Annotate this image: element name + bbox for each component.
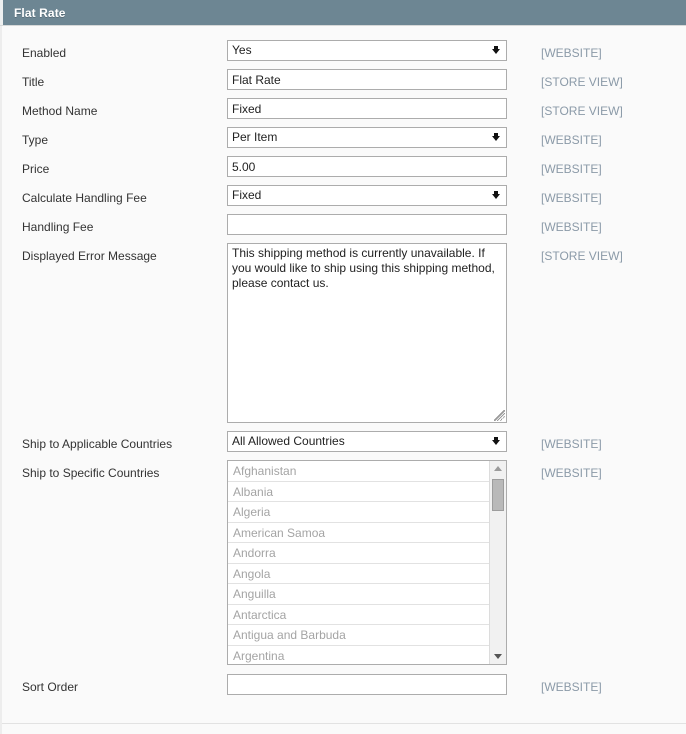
field-scope-handling-fee: [WEBSITE] [541, 220, 602, 234]
chevron-down-icon [492, 132, 500, 141]
field-scope-price: [WEBSITE] [541, 162, 602, 176]
country-option[interactable]: Antigua and Barbuda [228, 625, 489, 646]
country-option[interactable]: Anguilla [228, 584, 489, 605]
field-label-displayed-error-message: Displayed Error Message [22, 249, 157, 263]
country-option[interactable]: Algeria [228, 502, 489, 523]
ship-to-applicable-countries-value: All Allowed Countries [232, 434, 345, 448]
field-scope-enabled: [WEBSITE] [541, 46, 602, 60]
field-row-title: Title [STORE VIEW] [2, 61, 686, 90]
method-name-input[interactable] [227, 98, 507, 119]
field-scope-ship-to-applicable-countries: [WEBSITE] [541, 437, 602, 451]
field-row-displayed-error-message: Displayed Error Message This shipping me… [2, 235, 686, 423]
calculate-handling-fee-select-value: Fixed [232, 188, 262, 202]
field-scope-calculate-handling-fee: [WEBSITE] [541, 191, 602, 205]
field-label-type: Type [22, 133, 49, 147]
field-control-price [227, 156, 512, 177]
resize-handle-icon[interactable] [493, 409, 505, 421]
enabled-select-value: Yes [232, 43, 252, 57]
country-option[interactable]: Andorra [228, 543, 489, 564]
field-control-handling-fee [227, 214, 512, 235]
panel-title: Flat Rate [14, 5, 66, 20]
panel-body: Enabled Yes [WEBSITE] Title [STORE VIEW]… [0, 26, 686, 734]
sort-order-input[interactable] [227, 674, 507, 695]
field-label-ship-to-specific-countries: Ship to Specific Countries [22, 466, 160, 480]
field-label-calculate-handling-fee: Calculate Handling Fee [22, 191, 147, 205]
ship-to-applicable-countries-select[interactable]: All Allowed Countries [227, 431, 507, 452]
field-row-calculate-handling-fee: Calculate Handling Fee Fixed [WEBSITE] [2, 177, 686, 206]
field-scope-ship-to-specific-countries: [WEBSITE] [541, 466, 602, 480]
triangle-down-icon [494, 653, 502, 659]
field-row-ship-to-applicable-countries: Ship to Applicable Countries All Allowed… [2, 423, 686, 452]
chevron-down-icon [492, 45, 500, 54]
field-label-method-name: Method Name [22, 104, 98, 118]
country-option[interactable]: Antarctica [228, 605, 489, 625]
title-input[interactable] [227, 69, 507, 90]
field-label-handling-fee: Handling Fee [22, 220, 94, 234]
field-scope-sort-order: [WEBSITE] [541, 680, 602, 694]
country-option-list[interactable]: Afghanistan Albania Algeria American Samoa A… [228, 461, 489, 664]
field-control-sort-order [227, 674, 512, 695]
field-control-displayed-error-message: This shipping method is currently unavai… [227, 243, 512, 423]
field-control-type: Per Item [227, 127, 512, 148]
country-option[interactable]: Angola [228, 564, 489, 584]
field-label-ship-to-applicable-countries: Ship to Applicable Countries [22, 437, 173, 451]
field-control-calculate-handling-fee: Fixed [227, 185, 512, 206]
field-control-enabled: Yes [227, 40, 512, 61]
chevron-down-icon [492, 436, 500, 445]
field-scope-type: [WEBSITE] [541, 133, 602, 147]
field-row-handling-fee: Handling Fee [WEBSITE] [2, 206, 686, 235]
field-label-price: Price [22, 162, 50, 176]
handling-fee-input[interactable] [227, 214, 507, 235]
displayed-error-message-textarea[interactable]: This shipping method is currently unavai… [227, 243, 507, 423]
field-scope-method-name: [STORE VIEW] [541, 104, 623, 118]
field-scope-title: [STORE VIEW] [541, 75, 623, 89]
field-control-ship-to-specific-countries: Afghanistan Albania Algeria American Samoa A… [227, 460, 512, 665]
country-option[interactable]: Afghanistan [228, 461, 489, 482]
ship-to-specific-countries-multiselect[interactable]: Afghanistan Albania Algeria American Samoa A… [227, 460, 507, 665]
enabled-select[interactable]: Yes [227, 40, 507, 61]
scrollbar-thumb[interactable] [492, 479, 504, 511]
type-select-value: Per Item [232, 130, 278, 144]
panel-footer-divider [2, 723, 686, 734]
calculate-handling-fee-select[interactable]: Fixed [227, 185, 507, 206]
field-control-title [227, 69, 512, 90]
price-input[interactable] [227, 156, 507, 177]
field-row-price: Price [WEBSITE] [2, 148, 686, 177]
flat-rate-settings-panel: Flat Rate Enabled Yes [WEBSITE] Title [S… [0, 0, 686, 734]
scroll-down-button[interactable] [490, 649, 506, 664]
field-row-method-name: Method Name [STORE VIEW] [2, 90, 686, 119]
field-row-sort-order: Sort Order [WEBSITE] [2, 665, 686, 695]
field-scope-displayed-error-message: [STORE VIEW] [541, 249, 623, 263]
country-list-scrollbar[interactable] [489, 461, 506, 664]
field-control-ship-to-applicable-countries: All Allowed Countries [227, 431, 512, 452]
country-option[interactable]: Albania [228, 482, 489, 502]
displayed-error-message-text: This shipping method is currently unavai… [232, 246, 499, 290]
type-select[interactable]: Per Item [227, 127, 507, 148]
field-label-sort-order: Sort Order [22, 680, 79, 694]
field-control-method-name [227, 98, 512, 119]
field-row-enabled: Enabled Yes [WEBSITE] [2, 26, 686, 61]
country-option[interactable]: American Samoa [228, 523, 489, 543]
field-row-type: Type Per Item [WEBSITE] [2, 119, 686, 148]
scroll-up-button[interactable] [490, 461, 506, 476]
country-option[interactable]: Argentina [228, 646, 489, 665]
field-label-enabled: Enabled [22, 46, 67, 60]
chevron-down-icon [492, 190, 500, 199]
panel-header[interactable]: Flat Rate [0, 0, 686, 26]
field-label-title: Title [22, 75, 45, 89]
field-row-ship-to-specific-countries: Ship to Specific Countries Afghanistan Al… [2, 452, 686, 665]
triangle-up-icon [494, 465, 502, 471]
